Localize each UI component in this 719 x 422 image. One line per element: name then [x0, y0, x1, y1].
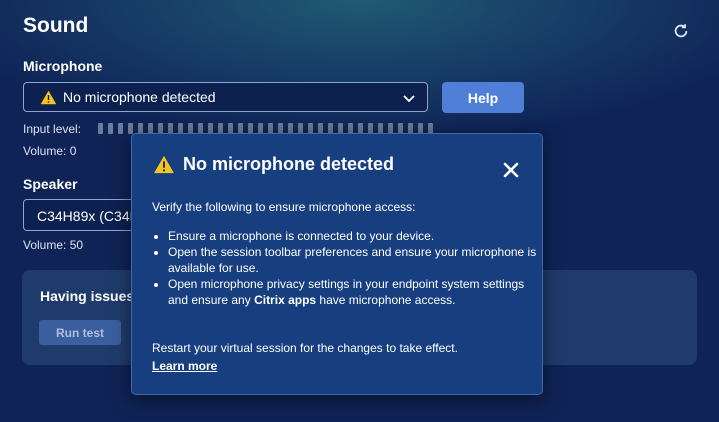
- list-item: Open the session toolbar preferences and…: [168, 244, 540, 276]
- learn-more-link[interactable]: Learn more: [152, 359, 217, 373]
- chevron-down-icon: [403, 95, 415, 103]
- warning-icon: [154, 155, 174, 174]
- dialog-restart-note: Restart your virtual session for the cha…: [152, 341, 458, 355]
- meter-segment: [118, 123, 123, 134]
- dialog-intro: Verify the following to ensure microphon…: [152, 200, 416, 214]
- microphone-label: Microphone: [23, 58, 103, 74]
- warning-icon: [40, 90, 57, 104]
- microphone-select[interactable]: No microphone detected: [23, 82, 428, 112]
- close-icon[interactable]: [503, 162, 519, 178]
- page-title: Sound: [23, 14, 89, 37]
- speaker-volume: Volume: 50: [23, 238, 84, 252]
- meter-segment: [98, 123, 103, 134]
- list-item: Ensure a microphone is connected to your…: [168, 228, 540, 244]
- dialog-checklist: Ensure a microphone is connected to your…: [152, 228, 540, 308]
- input-level-label: Input level:: [23, 122, 82, 136]
- refresh-icon[interactable]: [672, 22, 690, 40]
- microphone-select-value: No microphone detected: [63, 89, 216, 105]
- run-test-button[interactable]: Run test: [39, 320, 121, 345]
- microphone-volume: Volume: 0: [23, 144, 77, 158]
- dialog-title: No microphone detected: [183, 154, 395, 174]
- list-item: Open microphone privacy settings in your…: [168, 276, 540, 308]
- speaker-label: Speaker: [23, 176, 78, 192]
- troubleshoot-title: Having issues?: [40, 288, 143, 304]
- help-button[interactable]: Help: [442, 82, 524, 113]
- meter-segment: [108, 123, 113, 134]
- no-microphone-dialog: No microphone detected Verify the follow…: [131, 133, 543, 395]
- meter-segment: [128, 123, 133, 134]
